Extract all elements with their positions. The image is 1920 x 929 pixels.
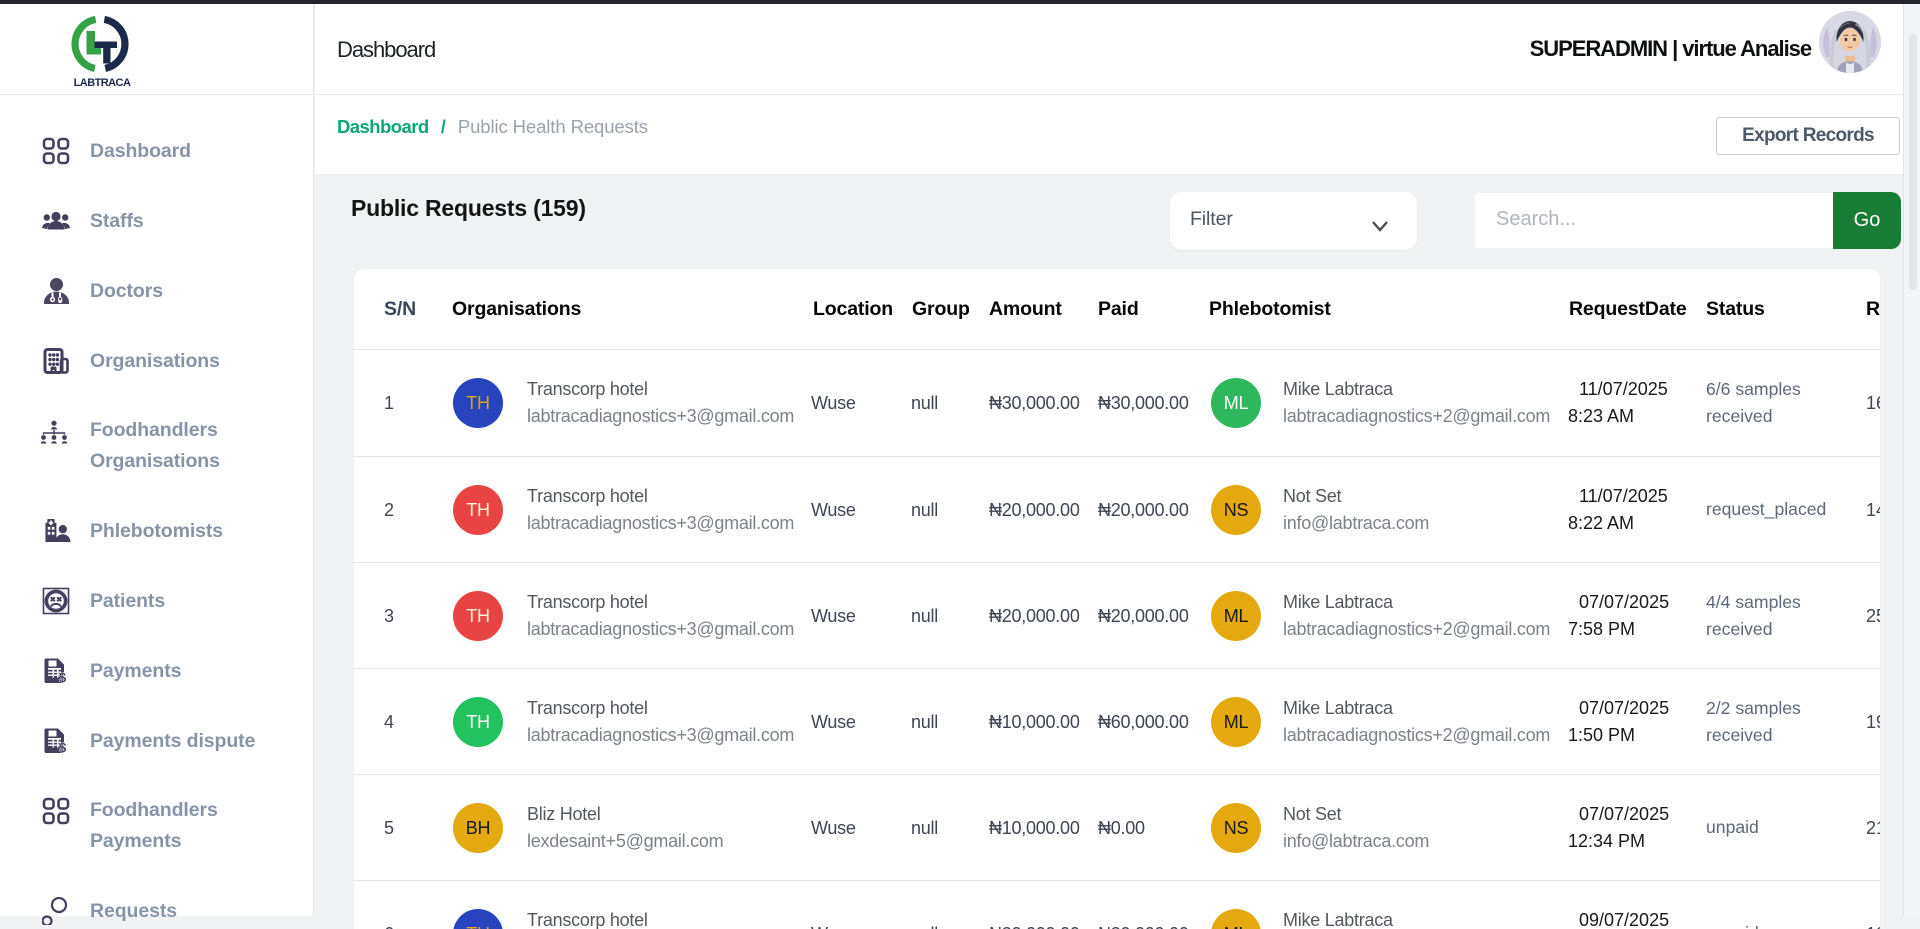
svg-text:$: $ bbox=[59, 740, 67, 755]
svg-text:$: $ bbox=[59, 670, 67, 685]
